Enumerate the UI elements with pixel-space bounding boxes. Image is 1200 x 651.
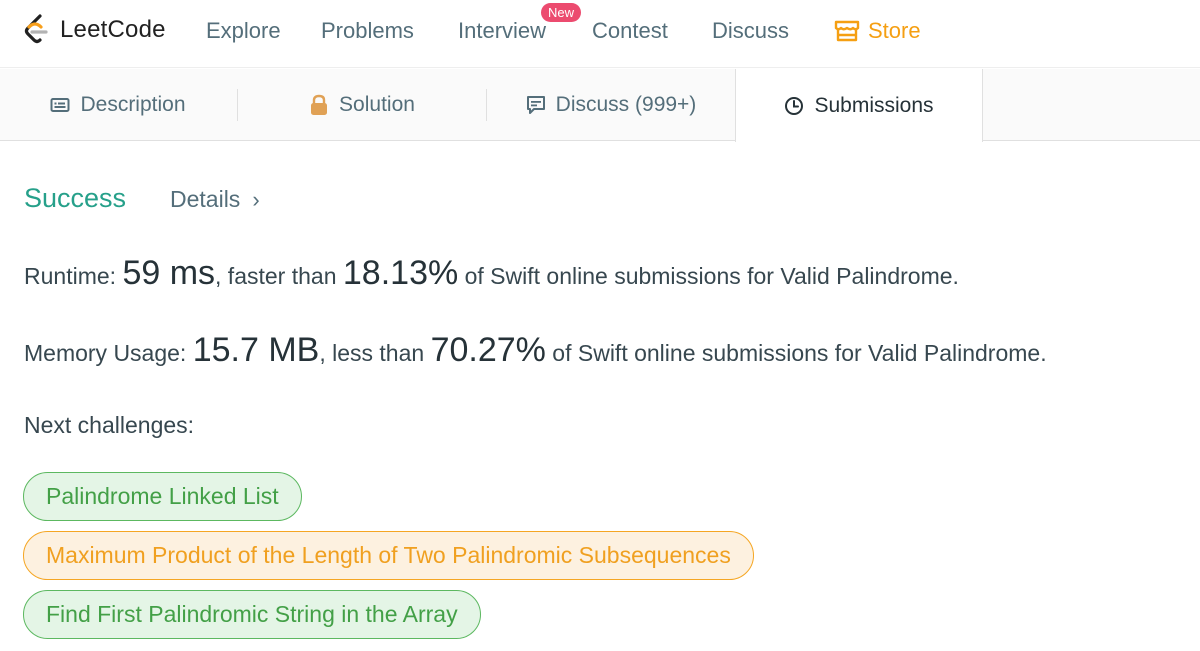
problem-tabs: Description Solution Discuss (999+) Subm… [0, 69, 1200, 142]
tab-submissions-label: Submissions [814, 93, 934, 117]
leetcode-logo[interactable]: LeetCode [22, 12, 166, 48]
runtime-percent: 18.13% [342, 254, 459, 292]
nav-problems[interactable]: Problems [321, 16, 414, 46]
top-navbar: LeetCode Explore Problems Interview New … [0, 0, 1200, 68]
clock-icon [785, 96, 804, 115]
store-label: Store [868, 18, 921, 43]
memory-line: Memory Usage: 15.7 MB, less than 70.27% … [24, 331, 1047, 370]
comment-icon [526, 96, 545, 114]
logo-text: LeetCode [60, 16, 166, 43]
memory-comparison: , less than [319, 340, 425, 366]
runtime-suffix: of Swift online submissions for Valid Pa… [464, 263, 959, 289]
tab-submissions[interactable]: Submissions [735, 69, 983, 142]
lock-icon [311, 94, 328, 115]
tab-solution[interactable]: Solution [238, 69, 486, 141]
leetcode-logo-icon [24, 14, 48, 44]
runtime-line: Runtime: 59 ms, faster than 18.13% of Sw… [24, 254, 959, 293]
chevron-right-icon: › [252, 186, 260, 212]
store-icon [834, 20, 860, 42]
details-link[interactable]: Details › [170, 186, 260, 213]
challenge-chip-maximum-product[interactable]: Maximum Product of the Length of Two Pal… [23, 531, 754, 580]
nav-explore[interactable]: Explore [206, 16, 281, 46]
nav-contest[interactable]: Contest [592, 16, 668, 46]
next-challenges-title: Next challenges: [24, 412, 195, 438]
nav-discuss[interactable]: Discuss [712, 16, 789, 46]
nav-store[interactable]: Store [834, 16, 921, 46]
tab-solution-label: Solution [339, 93, 415, 116]
tab-discuss[interactable]: Discuss (999+) [488, 69, 734, 141]
runtime-comparison: , faster than [215, 263, 337, 289]
memory-suffix: of Swift online submissions for Valid Pa… [552, 340, 1047, 366]
details-label: Details [170, 186, 241, 212]
runtime-label: Runtime: [24, 263, 117, 289]
tab-divider [486, 89, 487, 121]
runtime-value: 59 ms [122, 254, 216, 292]
challenge-chip-palindrome-linked-list[interactable]: Palindrome Linked List [23, 472, 302, 521]
memory-label: Memory Usage: [24, 340, 187, 366]
challenge-chip-first-palindromic-string[interactable]: Find First Palindromic String in the Arr… [23, 590, 481, 639]
memory-value: 15.7 MB [192, 331, 320, 369]
submission-status: Success [24, 183, 127, 213]
tab-discuss-label: Discuss (999+) [555, 93, 697, 116]
new-badge: New [541, 3, 582, 22]
tab-description-label: Description [80, 93, 186, 116]
nav-interview[interactable]: Interview [458, 16, 546, 46]
memory-percent: 70.27% [430, 331, 546, 369]
tab-description[interactable]: Description [0, 69, 236, 141]
description-icon [50, 98, 70, 112]
